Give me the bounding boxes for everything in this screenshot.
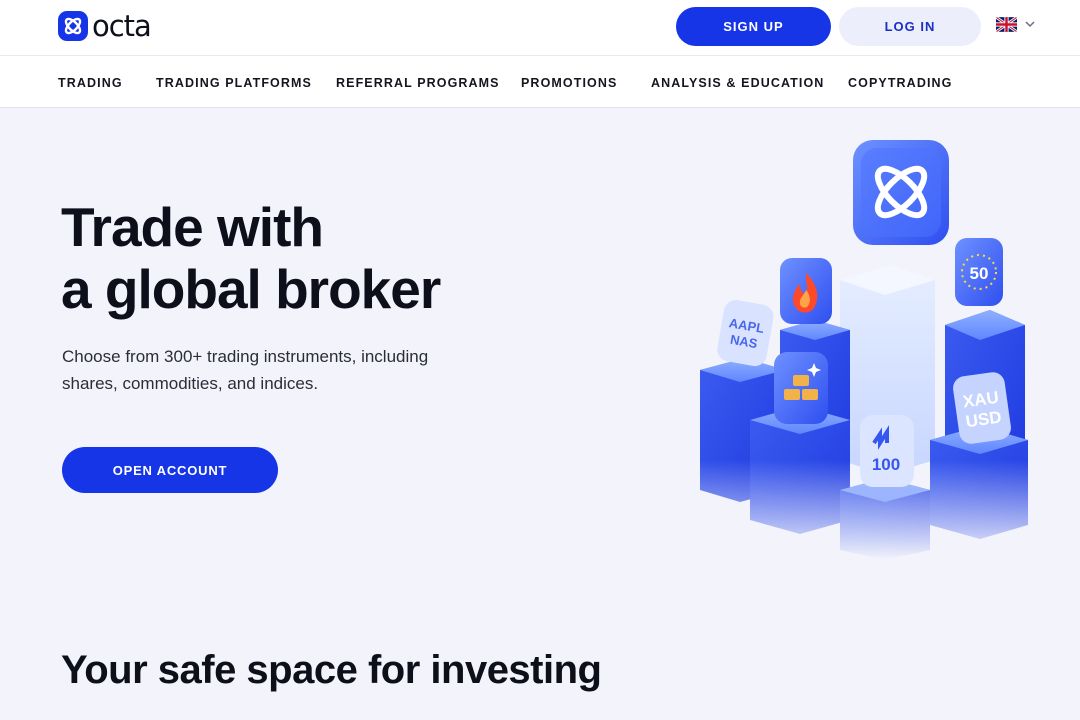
- hero-title: Trade with a global broker: [61, 196, 441, 320]
- uk-flag-icon: [996, 17, 1017, 32]
- xau-usd-badge: XAU USD: [953, 372, 1011, 444]
- logo-text: octa: [92, 9, 152, 43]
- nav-item-referral-programs[interactable]: REFERRAL PROGRAMS: [336, 76, 500, 90]
- log-in-button[interactable]: LOG IN: [839, 7, 981, 46]
- nav-item-promotions[interactable]: PROMOTIONS: [521, 76, 617, 90]
- eu-50-badge: 50: [955, 238, 1003, 306]
- octa-tile-icon: [853, 140, 949, 245]
- nas-100-badge: 100: [860, 415, 914, 487]
- aapl-nas-badge: AAPL NAS: [717, 300, 774, 366]
- nav-item-copytrading[interactable]: COPYTRADING: [848, 76, 952, 90]
- flame-icon: [780, 258, 832, 324]
- open-account-button[interactable]: OPEN ACCOUNT: [62, 447, 278, 493]
- chevron-down-icon: [1025, 21, 1035, 28]
- octa-logo[interactable]: octa: [58, 9, 152, 43]
- hero-illustration: AAPL NAS 50 XAU USD 100: [690, 140, 1040, 560]
- sign-up-button[interactable]: SIGN UP: [676, 7, 831, 46]
- hero-subtitle: Choose from 300+ trading instruments, in…: [62, 347, 429, 393]
- language-selector[interactable]: [996, 17, 1035, 32]
- hero-title-line-2: a global broker: [61, 258, 441, 320]
- svg-text:50: 50: [970, 264, 989, 283]
- gold-bars-icon: [774, 352, 828, 424]
- top-header: octa SIGN UP LOG IN: [0, 0, 1080, 56]
- nav-item-trading-platforms[interactable]: TRADING PLATFORMS: [156, 76, 312, 90]
- hero-title-line-1: Trade with: [61, 196, 324, 258]
- svg-text:100: 100: [872, 455, 900, 474]
- safe-space-section-title: Your safe space for investing: [61, 648, 602, 692]
- nav-item-analysis-education[interactable]: ANALYSIS & EDUCATION: [651, 76, 824, 90]
- main-navigation: TRADING TRADING PLATFORMS REFERRAL PROGR…: [0, 56, 1080, 108]
- nav-item-trading[interactable]: TRADING: [58, 76, 123, 90]
- octa-logo-icon: [58, 11, 88, 41]
